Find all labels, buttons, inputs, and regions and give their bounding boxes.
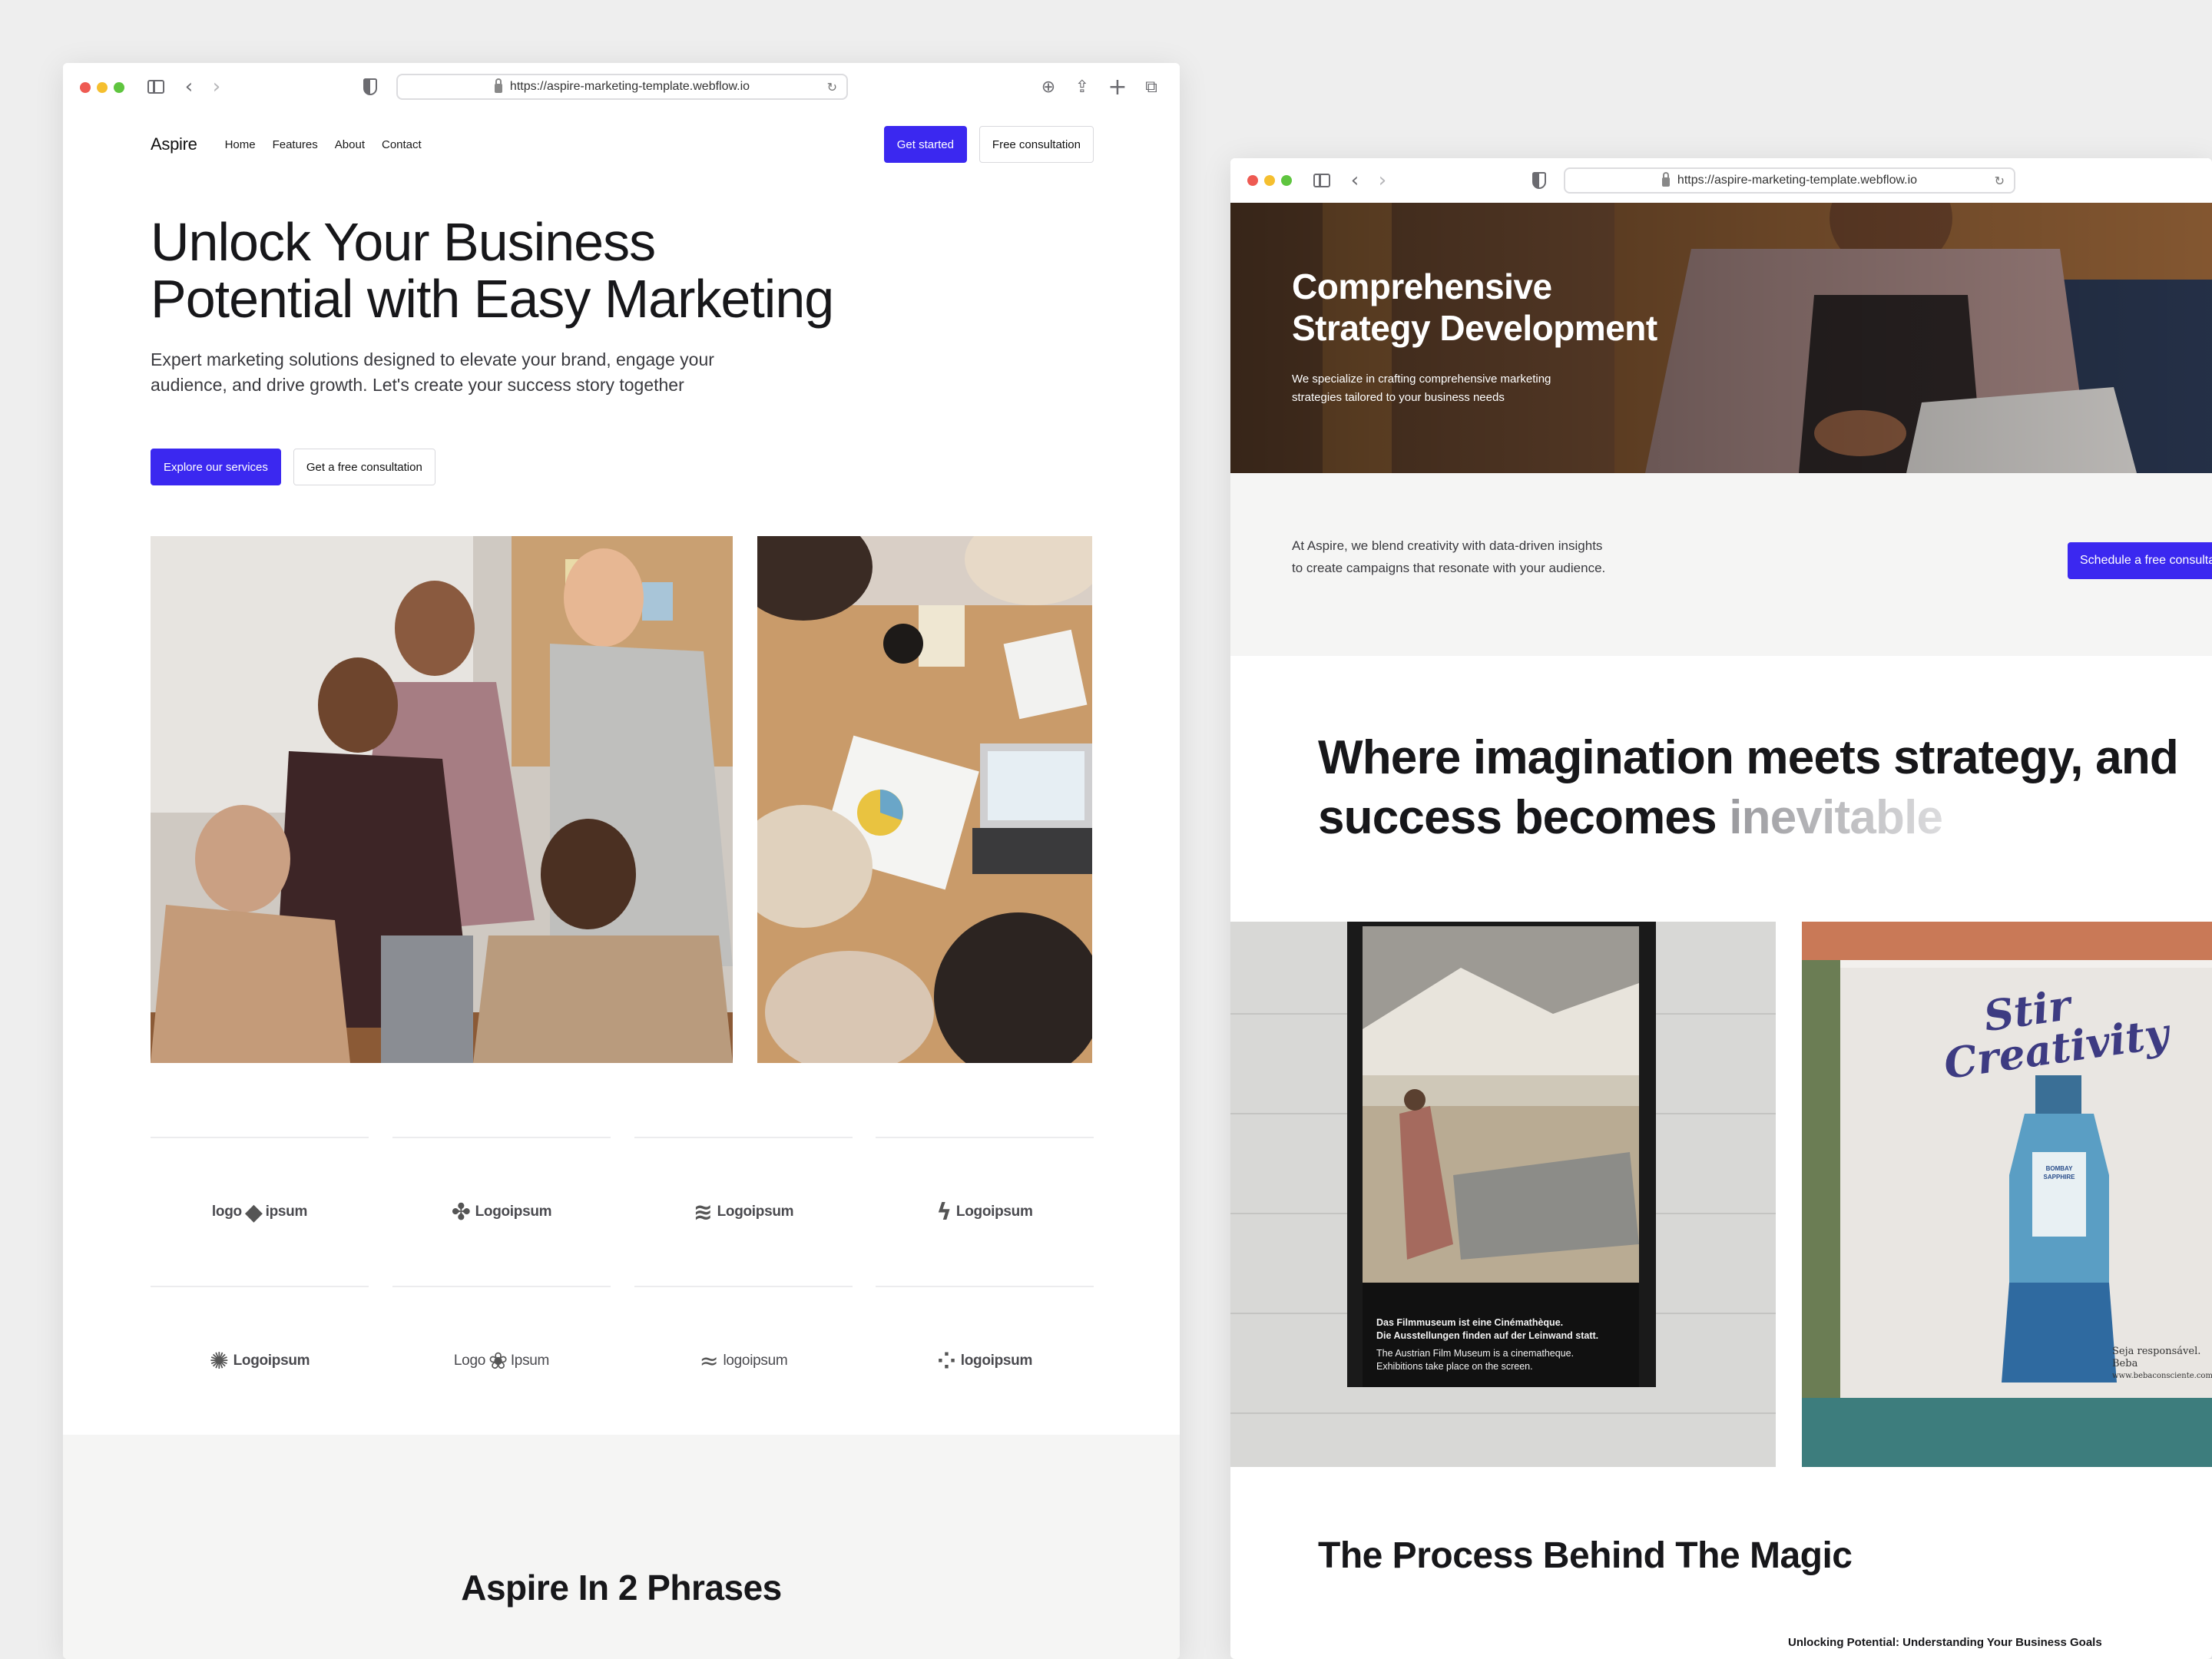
client-logo: ϟ Logoipsum [876, 1137, 1094, 1286]
free-consultation-button[interactable]: Free consultation [979, 126, 1094, 163]
url-text: https://aspire-marketing-template.webflo… [509, 80, 750, 93]
circle-logo-icon: ✤ [451, 1198, 471, 1226]
maximize-window-button[interactable] [114, 82, 124, 93]
intro-band: At Aspire, we blend creativity with data… [1230, 473, 2212, 656]
download-icon[interactable]: ⊕ [1038, 74, 1058, 100]
nav-link-contact[interactable]: Contact [382, 138, 422, 151]
get-started-button[interactable]: Get started [883, 126, 967, 163]
nav-link-about[interactable]: About [335, 138, 365, 151]
client-logo: Logo ❀ Ipsum [392, 1286, 611, 1435]
client-logo: ≈ logoipsum [634, 1286, 853, 1435]
back-icon[interactable]: ‹ [1347, 167, 1363, 194]
forward-icon[interactable]: › [1375, 167, 1390, 194]
nav-link-home[interactable]: Home [225, 138, 256, 151]
team-photo [151, 536, 733, 1063]
browser-toolbar: ‹ › https://aspire-marketing-template.we… [63, 63, 1180, 111]
process-heading: The Process Behind The Magic [1318, 1535, 1853, 1576]
back-icon[interactable]: ‹ [181, 74, 197, 100]
share-icon[interactable]: ⇪ [1072, 74, 1092, 100]
free-consultation-cta-button[interactable]: Get a free consultation [293, 449, 435, 485]
stir-creativity-billboard-photo: Stir Creativity BOMBAY SAPPHIRE Seja res… [1802, 922, 2212, 1467]
burst-logo-icon: ✺ [209, 1347, 229, 1375]
sidebar-toggle-icon[interactable] [144, 74, 167, 100]
waves-logo-icon: ≈ [699, 1347, 719, 1375]
site-navbar: Aspire Home Features About Contact Get s… [151, 126, 1094, 163]
hero-cta-group: Explore our services Get a free consulta… [151, 449, 435, 485]
maximize-window-button[interactable] [1281, 175, 1292, 186]
minimize-window-button[interactable] [1264, 175, 1275, 186]
phrases-section: Aspire In 2 Phrases [63, 1435, 1180, 1659]
nav-link-features[interactable]: Features [273, 138, 318, 151]
url-text: https://aspire-marketing-template.webflo… [1677, 174, 1918, 187]
address-bar[interactable]: https://aspire-marketing-template.webflo… [1564, 167, 2015, 194]
lock-icon [1661, 172, 1670, 187]
close-window-button[interactable] [80, 82, 91, 93]
billboard-tagline: Seja responsável. Beba www.bebaconscient… [2112, 1346, 2212, 1380]
schedule-consultation-button[interactable]: Schedule a free consulta [2068, 542, 2212, 579]
strategy-hero: Comprehensive Strategy Development We sp… [1230, 203, 2212, 473]
client-logo: ✤ Logoipsum [392, 1137, 611, 1286]
strategy-hero-subtitle: We specialize in crafting comprehensive … [1292, 373, 1551, 404]
meeting-table-photo [757, 536, 1092, 1063]
client-logo: ⁘ logoipsum [876, 1286, 1094, 1435]
new-tab-icon[interactable]: + [1108, 74, 1128, 101]
browser-window-right: ‹ › https://aspire-marketing-template.we… [1230, 158, 2212, 1659]
close-window-button[interactable] [1247, 175, 1258, 186]
bear-logo-icon: ◆ [244, 1198, 263, 1226]
flower-logo-icon: ❀ [488, 1347, 508, 1375]
film-museum-poster-photo: Das Filmmuseum ist eine Cinémathèque. Di… [1230, 922, 1776, 1467]
minimize-window-button[interactable] [97, 82, 108, 93]
privacy-shield-icon[interactable] [361, 74, 379, 100]
wave-logo-icon: ≋ [693, 1198, 713, 1226]
strategy-hero-title: Comprehensive Strategy Development [1292, 267, 1657, 348]
reload-icon[interactable]: ↻ [1995, 174, 2005, 188]
address-bar[interactable]: https://aspire-marketing-template.webflo… [396, 74, 848, 100]
hero-subtitle: Expert marketing solutions designed to e… [151, 349, 714, 395]
client-logo: ≋ Logoipsum [634, 1137, 853, 1286]
lock-icon [494, 78, 502, 93]
client-logo: logo ◆ ipsum [151, 1137, 369, 1286]
reload-icon[interactable]: ↻ [827, 80, 837, 94]
privacy-shield-icon[interactable] [1530, 167, 1548, 194]
process-step-title: Unlocking Potential: Understanding Your … [1788, 1636, 2102, 1649]
hero-title: Unlock Your Business Potential with Easy… [151, 212, 834, 329]
bottle-label: BOMBAY SAPPHIRE [2043, 1165, 2075, 1181]
poster-caption: Das Filmmuseum ist eine Cinémathèque. Di… [1376, 1317, 1599, 1372]
browser-toolbar: ‹ › https://aspire-marketing-template.we… [1230, 158, 2212, 203]
sidebar-toggle-icon[interactable] [1310, 167, 1333, 194]
dots-logo-icon: ⁘ [936, 1347, 956, 1375]
browser-window-left: ‹ › https://aspire-marketing-template.we… [63, 63, 1180, 1659]
tab-overview-icon[interactable]: ⧉ [1141, 74, 1161, 100]
client-logo: ✺ Logoipsum [151, 1286, 369, 1435]
bolt-logo-icon: ϟ [936, 1198, 952, 1226]
site-logo[interactable]: Aspire [151, 134, 197, 154]
intro-band-text: At Aspire, we blend creativity with data… [1292, 538, 1606, 575]
phrases-title: Aspire In 2 Phrases [461, 1568, 782, 1608]
explore-services-button[interactable]: Explore our services [151, 449, 281, 485]
forward-icon[interactable]: › [209, 74, 224, 100]
imagination-heading: Where imagination meets strategy, and su… [1318, 731, 2179, 844]
